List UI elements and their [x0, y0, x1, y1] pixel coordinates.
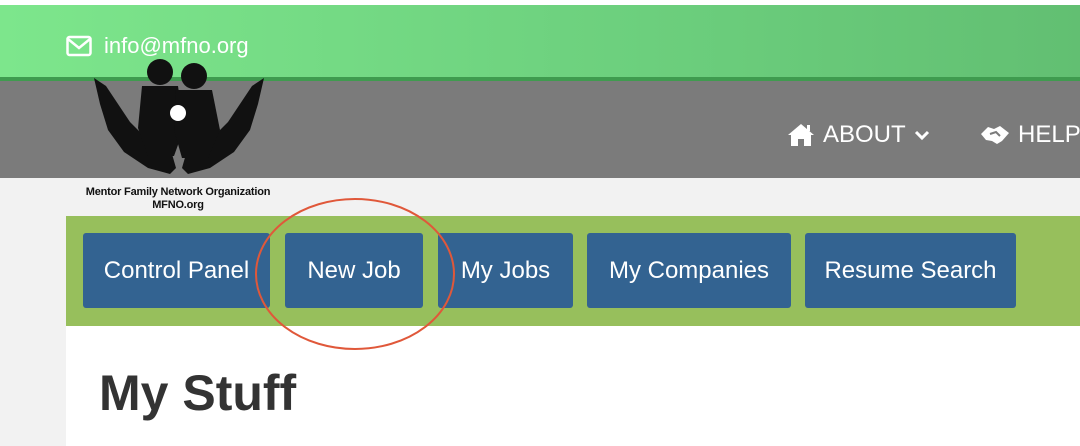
- logo-caption-line2: MFNO.org: [152, 199, 204, 211]
- chevron-down-icon: [914, 130, 929, 141]
- page-title: My Stuff: [99, 365, 297, 421]
- dashboard-toolbar: Control Panel New Job My Jobs My Compani…: [66, 216, 1080, 326]
- nav-item-label: ABOUT: [823, 121, 906, 148]
- my-companies-button[interactable]: My Companies: [587, 233, 791, 308]
- control-panel-button[interactable]: Control Panel: [83, 233, 270, 308]
- handshake-icon: [981, 126, 1009, 144]
- envelope-icon: [66, 35, 92, 57]
- nav-item-help[interactable]: HELP: [980, 121, 1080, 149]
- new-job-button[interactable]: New Job: [285, 233, 423, 308]
- logo-caption: Mentor Family Network Organization MFNO.…: [80, 186, 276, 212]
- logo-caption-line1: Mentor Family Network Organization: [85, 186, 271, 198]
- home-icon: [788, 124, 814, 146]
- my-jobs-button[interactable]: My Jobs: [438, 233, 573, 308]
- nav-item-label: HELP: [1018, 121, 1080, 148]
- nav-item-about[interactable]: ABOUT: [787, 121, 930, 149]
- resume-search-button[interactable]: Resume Search: [805, 233, 1016, 308]
